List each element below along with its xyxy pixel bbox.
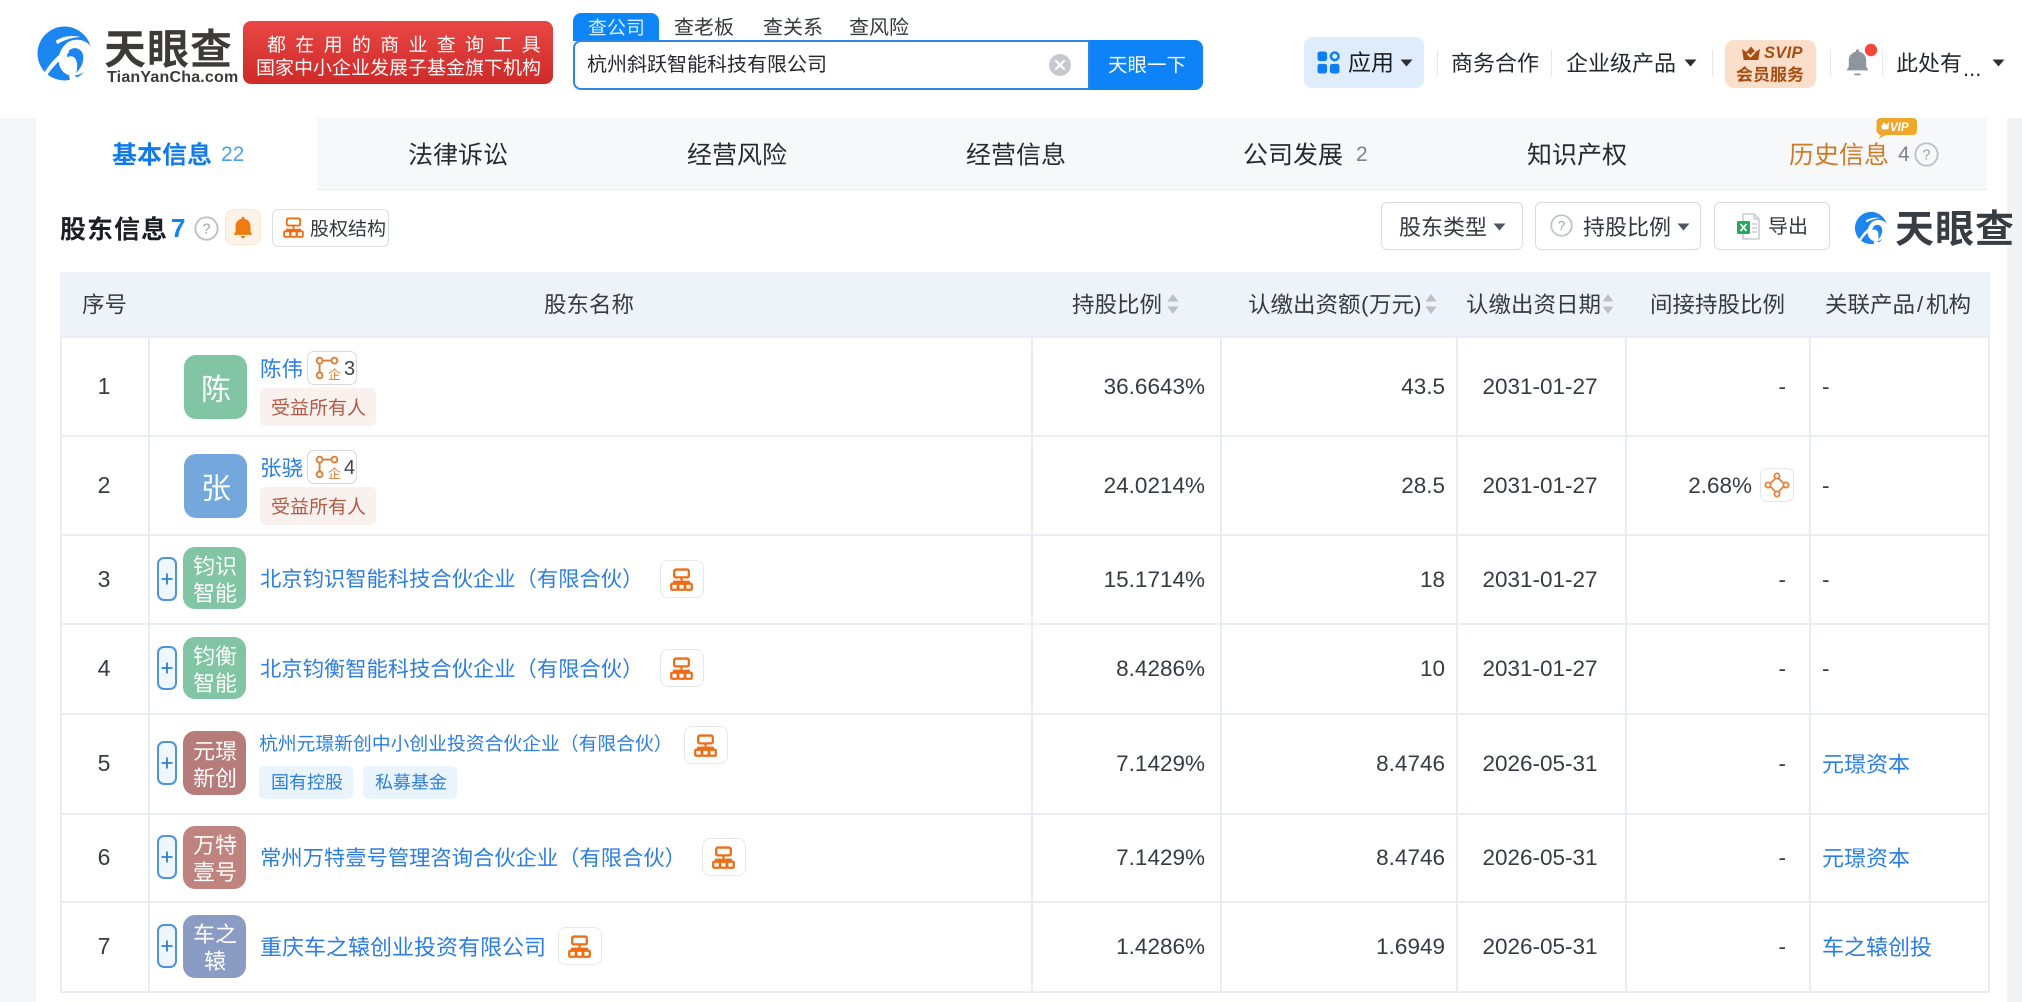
svg-text:?: ? [202, 222, 210, 238]
svg-text:?: ? [1922, 148, 1930, 164]
svg-text:?: ? [1558, 218, 1565, 233]
svg-text:VIP: VIP [1890, 122, 1909, 134]
